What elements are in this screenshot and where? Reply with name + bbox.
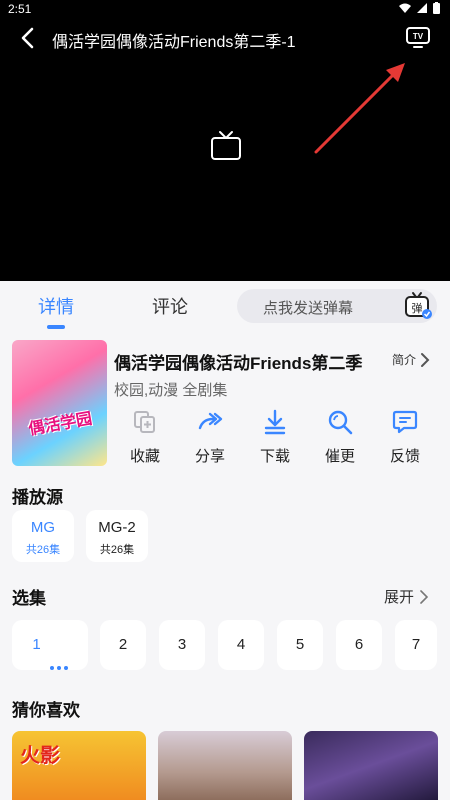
episode-item[interactable]: 4 — [218, 620, 264, 670]
status-bar: 2:51 — [0, 0, 450, 18]
chevron-right-icon — [420, 589, 428, 604]
episode-item[interactable]: 7 — [395, 620, 437, 670]
back-arrow-icon[interactable] — [14, 24, 42, 52]
episode-item[interactable]: 6 — [336, 620, 382, 670]
intro-label: 简介 — [392, 353, 417, 367]
cast-tv-icon[interactable]: TV — [404, 24, 432, 50]
wifi-icon — [399, 3, 411, 13]
favorite-label: 收藏 — [129, 448, 160, 465]
source-mg-2[interactable]: MG-2 共26集 — [86, 510, 148, 562]
download-label: 下载 — [259, 448, 290, 465]
feedback-label: 反馈 — [389, 448, 420, 465]
download-icon — [264, 409, 286, 435]
source-count: 共26集 — [25, 544, 61, 556]
episode-number: 1 — [32, 636, 41, 653]
recommendations-title: 猜你喜欢 — [12, 701, 80, 720]
danmaku-input[interactable]: 点我发送弹幕 弹 — [237, 289, 437, 323]
tab-details[interactable]: 详情 — [38, 293, 74, 319]
danmaku-icon[interactable]: 弹 — [403, 291, 433, 321]
source-name: MG-2 — [98, 519, 136, 536]
action-bar: 收藏 分享 下载 催更 反馈 — [114, 409, 444, 469]
rush-update-label: 催更 — [324, 448, 355, 465]
status-time: 2:51 — [8, 2, 32, 16]
cover-title-art: 偶活学园 — [27, 410, 94, 439]
svg-text:弹: 弹 — [412, 301, 423, 315]
sources-title: 播放源 — [12, 488, 63, 507]
favorite-button[interactable]: 收藏 — [120, 409, 170, 466]
battery-icon — [433, 2, 440, 14]
source-count: 共26集 — [99, 544, 135, 556]
source-name: MG — [30, 519, 56, 536]
favorite-icon — [134, 411, 155, 433]
source-mg[interactable]: MG 共26集 — [12, 510, 74, 562]
episode-number: 7 — [411, 636, 421, 653]
intro-link[interactable]: 简介 — [392, 351, 430, 368]
share-button[interactable]: 分享 — [185, 409, 235, 466]
tab-bar: 详情 评论 点我发送弹幕 弹 — [0, 281, 450, 331]
show-cover[interactable]: 偶活学园 — [12, 340, 107, 466]
tv-placeholder-icon — [211, 131, 241, 160]
show-title: 偶活学园偶像活动Friends第二季 — [114, 354, 363, 373]
signal-icon — [417, 3, 427, 13]
feedback-icon — [392, 410, 418, 434]
feedback-button[interactable]: 反馈 — [380, 409, 430, 466]
playing-indicator-icon — [47, 620, 68, 671]
episode-number: 4 — [236, 636, 246, 653]
tab-indicator — [47, 325, 65, 329]
share-label: 分享 — [194, 448, 225, 465]
recommendation-card[interactable] — [304, 731, 438, 800]
episode-item[interactable]: 1 — [12, 620, 88, 671]
episodes-title: 选集 — [12, 589, 46, 608]
expand-episodes-button[interactable]: 展开 — [384, 586, 428, 607]
episode-item[interactable]: 3 — [159, 620, 205, 670]
recommendation-poster-art: 火影 — [20, 745, 60, 767]
details-panel: 详情 评论 点我发送弹幕 弹 偶活学园 偶活学园偶像活动Friends第二季 简… — [0, 281, 450, 800]
recommendation-card[interactable] — [158, 731, 292, 800]
rush-update-button[interactable]: 催更 — [315, 409, 365, 466]
tab-comments[interactable]: 评论 — [152, 293, 188, 319]
episode-number: 6 — [354, 636, 364, 653]
chevron-right-icon — [421, 352, 430, 367]
video-player[interactable]: 2:51 偶活学园偶像活动Friends第二季-1 TV — [0, 0, 450, 281]
episode-number: 5 — [295, 636, 305, 653]
episode-number: 2 — [118, 636, 128, 653]
episode-item[interactable]: 5 — [277, 620, 323, 670]
video-title: 偶活学园偶像活动Friends第二季-1 — [52, 34, 296, 51]
episode-number: 3 — [177, 636, 187, 653]
download-button[interactable]: 下载 — [250, 409, 300, 466]
expand-label: 展开 — [383, 589, 414, 606]
svg-text:TV: TV — [413, 32, 424, 41]
danmaku-placeholder: 点我发送弹幕 — [263, 300, 354, 317]
share-icon — [198, 412, 223, 430]
episode-item[interactable]: 2 — [100, 620, 146, 670]
recommendation-card[interactable]: 火影 — [12, 731, 146, 800]
show-tags: 校园,动漫 全剧集 — [114, 382, 228, 399]
search-icon — [328, 410, 353, 435]
